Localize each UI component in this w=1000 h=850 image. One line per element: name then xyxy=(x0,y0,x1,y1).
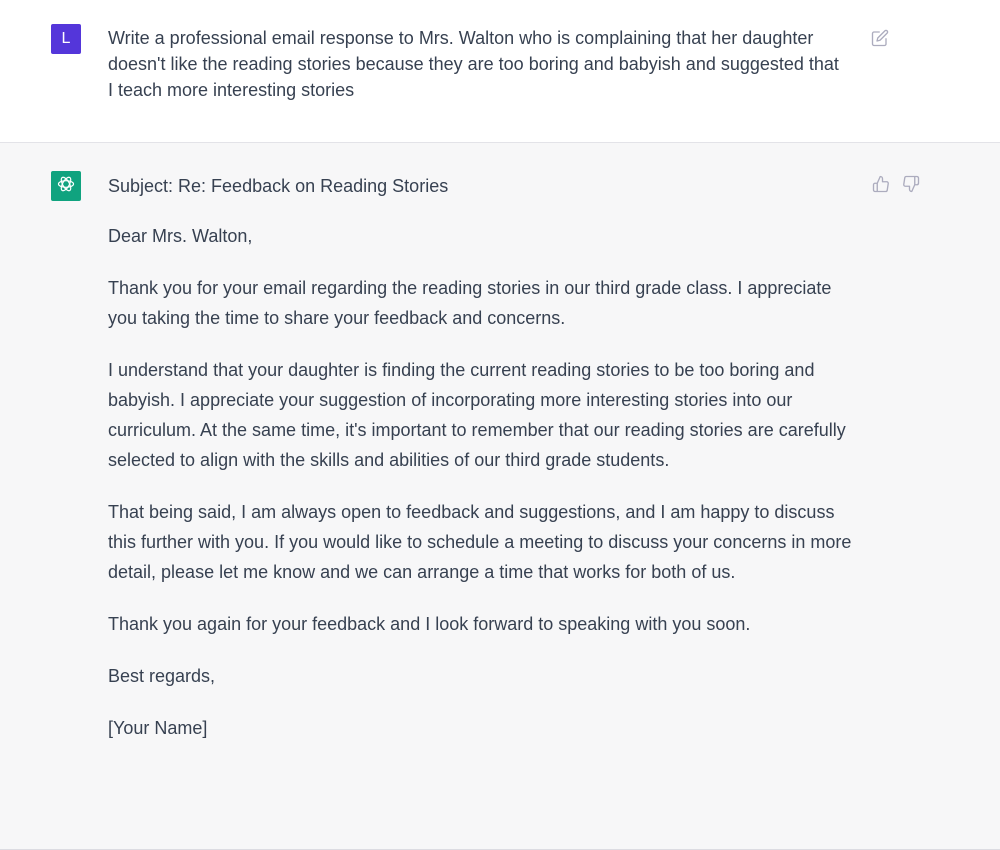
thumbs-down-icon xyxy=(902,175,920,193)
user-avatar-initial: L xyxy=(61,30,71,47)
email-greeting: Dear Mrs. Walton, xyxy=(108,226,253,246)
thumbs-down-button[interactable] xyxy=(901,174,921,194)
thumbs-up-button[interactable] xyxy=(871,174,891,194)
email-paragraph: I understand that your daughter is findi… xyxy=(108,360,846,470)
thumbs-up-icon xyxy=(872,175,890,193)
user-message: L Write a professional email response to… xyxy=(0,0,1000,143)
email-signoff: Best regards, xyxy=(108,666,216,686)
email-paragraph: Thank you for your email regarding the r… xyxy=(108,278,832,328)
assistant-message: Subject: Re: Feedback on Reading Stories… xyxy=(0,143,1000,850)
edit-message-button[interactable] xyxy=(870,28,890,48)
user-message-text: Write a professional email response to M… xyxy=(108,28,839,100)
email-paragraph: Thank you again for your feedback and I … xyxy=(108,614,751,634)
assistant-message-body: Subject: Re: Feedback on Reading Stories… xyxy=(108,173,853,765)
assistant-avatar xyxy=(51,171,81,201)
user-avatar: L xyxy=(51,24,81,54)
conversation-thread: L Write a professional email response to… xyxy=(0,0,1000,850)
email-subject-line: Subject: Re: Feedback on Reading Stories xyxy=(108,176,449,196)
email-signature: [Your Name] xyxy=(108,718,208,738)
openai-logo-icon xyxy=(55,173,77,200)
email-paragraph: That being said, I am always open to fee… xyxy=(108,502,852,582)
edit-pencil-icon xyxy=(871,29,889,47)
